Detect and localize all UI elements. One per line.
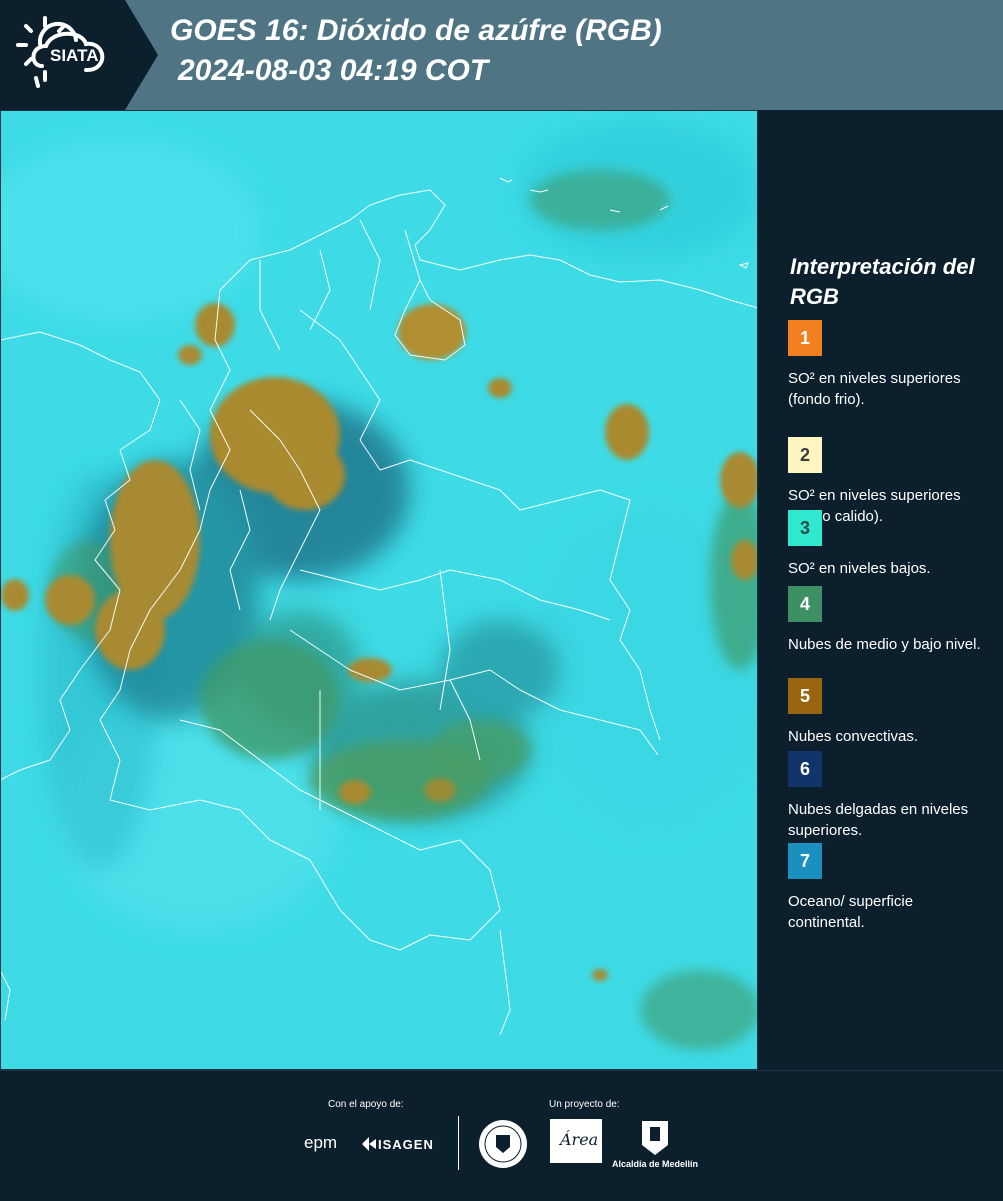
footer: Con el apoyo de: Un proyecto de: epm ISA…: [0, 1070, 1003, 1201]
legend-swatch: 2: [788, 437, 822, 473]
header-bar: SIATA GOES 16: Dióxido de azúfre (RGB) 2…: [0, 0, 1003, 110]
support-label: Con el apoyo de:: [328, 1099, 404, 1110]
legend-description: Nubes convectivas.: [788, 728, 919, 745]
legend-swatch: 1: [788, 320, 822, 356]
legend-description: Nubes delgadas en niveles superiores.: [788, 801, 969, 839]
legend-item: 7 Oceano/ superficie continental.: [788, 843, 988, 933]
legend-swatch: 7: [788, 843, 822, 879]
svg-text:Área: Área: [558, 1129, 598, 1149]
page-title: GOES 16: Dióxido de azúfre (RGB): [170, 14, 662, 47]
alcaldia-label: Alcaldía de Medellín: [612, 1159, 699, 1169]
logo-label: SIATA: [50, 46, 99, 65]
project-label: Un proyecto de:: [549, 1099, 620, 1110]
legend-swatch: 6: [788, 751, 822, 787]
legend-description: SO² en niveles superiores (fondo frio).: [788, 370, 961, 408]
legend-swatch: 4: [788, 586, 822, 622]
isagen-logo: ISAGEN: [378, 1137, 434, 1152]
legend-item: 5 Nubes convectivas.: [788, 678, 988, 747]
legend-swatch: 3: [788, 510, 822, 546]
legend-item: 1 SO² en niveles superiores (fondo frio).: [788, 320, 988, 410]
legend-panel: Interpretación del RGB 1 SO² en niveles s…: [758, 110, 1003, 1070]
legend-item: 3 SO² en niveles bajos.: [788, 510, 988, 579]
legend-swatch: 5: [788, 678, 822, 714]
isagen-icon: [362, 1137, 376, 1151]
satellite-map: [0, 110, 758, 1070]
epm-logo: epm: [304, 1133, 338, 1152]
medellin-seal-icon: [479, 1120, 527, 1168]
legend-description: Oceano/ superficie continental.: [788, 893, 914, 931]
legend-description: Nubes de medio y bajo nivel.: [788, 636, 981, 653]
footer-divider: [458, 1116, 459, 1170]
map-canvas: [0, 110, 758, 1070]
legend-item: 6 Nubes delgadas en niveles superiores.: [788, 751, 988, 841]
page-timestamp: 2024-08-03 04:19 COT: [178, 54, 489, 87]
legend-description: SO² en niveles bajos.: [788, 560, 931, 577]
area-metropolitana-icon: Área: [550, 1119, 602, 1163]
legend-title: Interpretación del RGB: [790, 254, 975, 309]
legend-item: 4 Nubes de medio y bajo nivel.: [788, 586, 988, 655]
siata-logo: SIATA: [0, 0, 158, 110]
alcaldia-shield-icon: [642, 1121, 668, 1155]
